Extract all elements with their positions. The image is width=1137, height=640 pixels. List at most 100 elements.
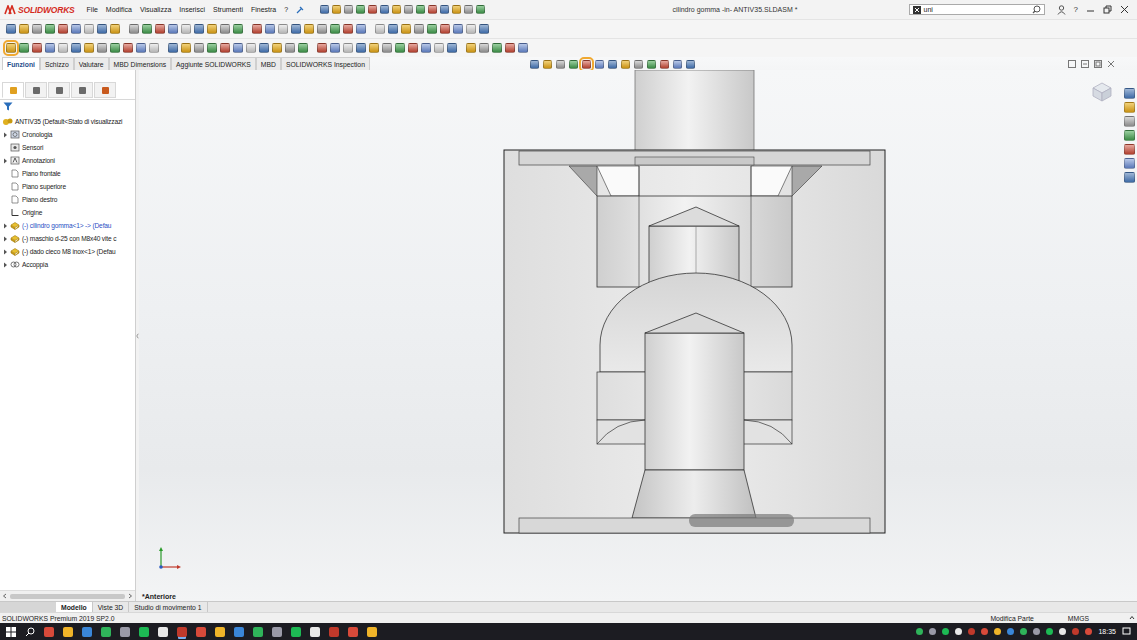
taskbar-app-icon[interactable]	[291, 627, 301, 637]
view-tool-icon[interactable]	[530, 60, 539, 69]
unit-system[interactable]: MMGS	[1068, 615, 1089, 622]
tray-icon[interactable]	[942, 628, 949, 635]
tool-icon[interactable]	[392, 5, 401, 14]
expand-caret[interactable]	[2, 167, 8, 180]
scroll-left-icon[interactable]	[2, 593, 8, 599]
assembly-drawing[interactable]	[139, 70, 1136, 601]
tool-icon[interactable]	[518, 43, 528, 53]
tool-icon[interactable]	[233, 24, 243, 34]
panel-tab-icon[interactable]	[71, 82, 93, 98]
tool-icon[interactable]	[123, 43, 133, 53]
tool-icon[interactable]	[408, 43, 418, 53]
tool-icon[interactable]	[181, 24, 191, 34]
tool-icon[interactable]	[136, 43, 146, 53]
tool-icon[interactable]	[382, 43, 392, 53]
notifications-icon[interactable]	[1122, 627, 1131, 636]
tray-icon[interactable]	[955, 628, 962, 635]
tool-icon[interactable]	[278, 24, 288, 34]
tool-icon[interactable]	[368, 5, 377, 14]
tool-icon[interactable]	[71, 43, 81, 53]
tool-icon[interactable]	[110, 43, 120, 53]
panel-tab-icon[interactable]	[94, 82, 116, 98]
tool-icon[interactable]	[142, 24, 152, 34]
view-tool-icon[interactable]	[673, 60, 682, 69]
view-tool-icon[interactable]	[660, 60, 669, 69]
taskbar-app-icon[interactable]	[44, 627, 54, 637]
command-tab[interactable]: Funzioni	[2, 57, 40, 70]
clock[interactable]: 18:35	[1098, 628, 1116, 635]
lower-cone[interactable]	[632, 470, 756, 518]
tool-icon[interactable]	[356, 43, 366, 53]
taskbar-app-icon[interactable]	[177, 627, 187, 637]
expand-caret[interactable]	[2, 141, 8, 154]
viewport-maximize-icon[interactable]	[1094, 60, 1102, 68]
taskbar-app-icon[interactable]	[234, 627, 244, 637]
view-tool-icon[interactable]	[556, 60, 565, 69]
expand-caret[interactable]	[2, 232, 8, 245]
tool-icon[interactable]	[19, 24, 29, 34]
taskbar-app-icon[interactable]	[158, 627, 168, 637]
taskbar-app-icon[interactable]	[348, 627, 358, 637]
expand-caret[interactable]	[2, 180, 8, 193]
tree-item[interactable]: (-) cilindro gomma<1> -> (Defau	[0, 219, 135, 232]
tool-icon[interactable]	[32, 43, 42, 53]
close-icon[interactable]	[1120, 5, 1129, 14]
tool-icon[interactable]	[265, 24, 275, 34]
tree-item[interactable]: (-) dado cieco M8 inox<1> (Defau	[0, 245, 135, 258]
view-orientation-icon[interactable]	[1089, 80, 1115, 102]
tool-icon[interactable]	[440, 5, 449, 14]
view-tool-icon[interactable]	[543, 60, 552, 69]
view-tool-icon[interactable]	[582, 60, 591, 69]
tool-icon[interactable]	[168, 43, 178, 53]
tree-root[interactable]: ANTIV35 (Default<Stato di visualizzazi	[0, 115, 135, 128]
command-tab[interactable]: MBD Dimensions	[109, 57, 172, 70]
task-pane-icon[interactable]	[1124, 116, 1135, 127]
taskbar-app-icon[interactable]	[272, 627, 282, 637]
tool-icon[interactable]	[298, 43, 308, 53]
tool-icon[interactable]	[343, 24, 353, 34]
menu-item[interactable]: Inserisci	[179, 6, 205, 13]
tray-icon[interactable]	[1033, 628, 1040, 635]
panel-tab-icon[interactable]	[48, 82, 70, 98]
task-pane-icon[interactable]	[1124, 144, 1135, 155]
solidworks-logo[interactable]: SOLIDWORKS	[4, 5, 75, 15]
tool-icon[interactable]	[330, 24, 340, 34]
view-tool-icon[interactable]	[686, 60, 695, 69]
menu-item[interactable]: Visualizza	[140, 6, 171, 13]
units-arrow-icon[interactable]	[1129, 615, 1135, 621]
taskbar-search-icon[interactable]	[25, 627, 35, 637]
view-tool-icon[interactable]	[647, 60, 656, 69]
tool-icon[interactable]	[440, 24, 450, 34]
search-box[interactable]: uni	[909, 4, 1045, 15]
tool-icon[interactable]	[416, 5, 425, 14]
command-tab[interactable]: Valutare	[74, 57, 109, 70]
tray-icon[interactable]	[994, 628, 1001, 635]
tool-icon[interactable]	[207, 43, 217, 53]
viewport-close-icon[interactable]	[1107, 60, 1115, 68]
expand-caret[interactable]	[2, 245, 8, 258]
tray-icon[interactable]	[1059, 628, 1066, 635]
taskbar-app-icon[interactable]	[82, 627, 92, 637]
tool-icon[interactable]	[479, 24, 489, 34]
tool-icon[interactable]	[369, 43, 379, 53]
menu-item[interactable]: Modifica	[106, 6, 132, 13]
tool-icon[interactable]	[45, 24, 55, 34]
tool-icon[interactable]	[466, 43, 476, 53]
view-tool-icon[interactable]	[621, 60, 630, 69]
tool-icon[interactable]	[320, 5, 329, 14]
task-pane-icon[interactable]	[1124, 172, 1135, 183]
tool-icon[interactable]	[97, 24, 107, 34]
tool-icon[interactable]	[252, 24, 262, 34]
tool-icon[interactable]	[84, 24, 94, 34]
menu-item[interactable]: File	[87, 6, 98, 13]
tool-icon[interactable]	[6, 24, 16, 34]
tool-icon[interactable]	[428, 5, 437, 14]
view-tool-icon[interactable]	[608, 60, 617, 69]
tool-icon[interactable]	[291, 24, 301, 34]
tree-item[interactable]: (-) maschio d-25 con M8x40 vite c	[0, 232, 135, 245]
tray-icon[interactable]	[968, 628, 975, 635]
tool-icon[interactable]	[479, 43, 489, 53]
view-tool-icon[interactable]	[634, 60, 643, 69]
minimize-icon[interactable]	[1086, 5, 1095, 14]
expand-caret[interactable]	[2, 193, 8, 206]
